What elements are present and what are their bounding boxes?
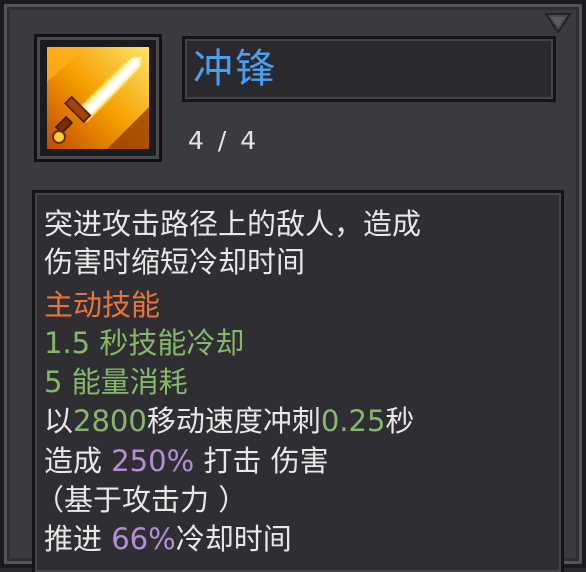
damage-value: 250% — [111, 444, 195, 478]
dash-suffix: 秒 — [385, 404, 415, 438]
skill-tooltip: 冲锋 4 / 4 突进攻击路径上的敌人，造成 伤害时缩短冷却时间 主动技能 1.… — [0, 0, 586, 572]
damage-prefix: 造成 — [44, 444, 103, 478]
push-suffix: 冷却时间 — [175, 522, 292, 556]
dash-line: 以2800移动速度冲刺0.25秒 — [44, 402, 414, 440]
cooldown-value: 1.5 — [44, 326, 91, 360]
energy-label: 能量消耗 — [71, 365, 188, 399]
damage-note: （基于攻击力 ） — [35, 483, 248, 517]
skill-type-label: 主动技能 — [44, 288, 161, 322]
dash-mid: 移动速度冲刺 — [146, 404, 321, 438]
dash-duration: 0.25 — [320, 404, 386, 438]
skill-level: 4 / 4 — [188, 126, 260, 155]
dash-prefix: 以 — [44, 404, 74, 438]
description-line-2: 伤害时缩短冷却时间 — [44, 245, 306, 279]
energy-stat: 5 能量消耗 — [44, 363, 188, 401]
skill-icon-frame[interactable] — [34, 34, 162, 162]
skill-description-panel: 突进攻击路径上的敌人，造成 伤害时缩短冷却时间 主动技能 1.5 秒技能冷却 5… — [32, 190, 564, 572]
dash-speed: 2800 — [73, 404, 147, 438]
push-value: 66% — [111, 522, 176, 556]
push-line: 推进 66%冷却时间 — [44, 520, 292, 558]
damage-line: 造成 250% 打击 伤害 — [44, 442, 329, 480]
cooldown-stat: 1.5 秒技能冷却 — [44, 324, 244, 362]
damage-suffix: 打击 伤害 — [203, 444, 329, 478]
push-prefix: 推进 — [44, 522, 103, 556]
energy-value: 5 — [44, 365, 63, 399]
skill-name-box: 冲锋 — [182, 36, 556, 102]
glowing-sword-icon — [47, 47, 149, 149]
skill-name: 冲锋 — [193, 46, 277, 92]
corner-gem-icon — [544, 13, 572, 34]
description-line-1: 突进攻击路径上的敌人，造成 — [44, 207, 422, 241]
cooldown-label: 秒技能冷却 — [99, 326, 245, 360]
